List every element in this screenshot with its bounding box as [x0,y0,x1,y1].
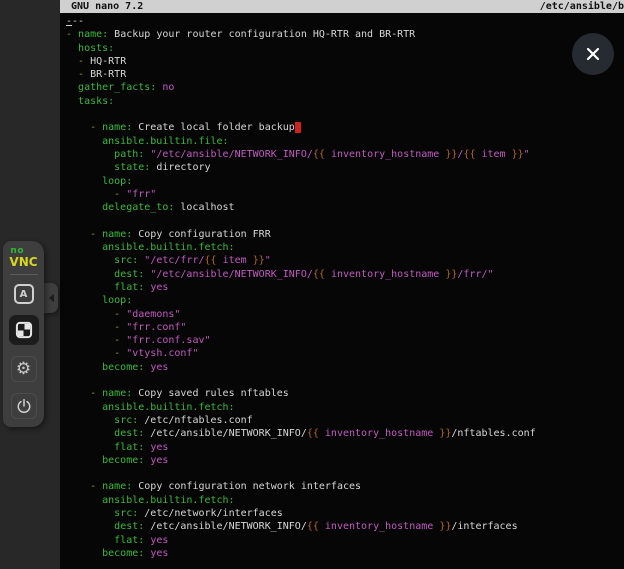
code-line: - "daemons" [66,308,624,321]
code-line [66,467,624,480]
terminal-screen[interactable]: GNU nano 7.2 /etc/ansible/b ---- name: B… [60,0,624,569]
code-line: - "frr.conf" [66,321,624,334]
fullscreen-button[interactable] [9,315,39,345]
code-line: gather_facts: no [66,81,624,94]
code-line: ansible.builtin.fetch: [66,494,624,507]
code-line: --- [66,15,624,28]
code-line: become: yes [66,361,624,374]
code-line: src: /etc/network/interfaces [66,507,624,520]
code-line: - BR-RTR [66,68,624,81]
code-line [66,374,624,387]
code-line: loop: [66,175,624,188]
code-line: src: /etc/nftables.conf [66,414,624,427]
power-button[interactable] [11,393,37,419]
code-line: dest: /etc/ansible/NETWORK_INFO/{{ inven… [66,427,624,440]
code-line: tasks: [66,95,624,108]
code-line: - "frr" [66,188,624,201]
code-line: path: "/etc/ansible/NETWORK_INFO/{{ inve… [66,148,624,161]
keyboard-button[interactable]: A [14,284,34,304]
chevron-left-icon [49,294,54,302]
code-line: dest: /etc/ansible/NETWORK_INFO/{{ inven… [66,520,624,533]
code-line: - name: Backup your router configuration… [66,28,624,41]
code-line [66,214,624,227]
code-line: flat: yes [66,441,624,454]
page: { "titlebar": { "app": "GNU nano 7.2", "… [0,0,624,569]
panel-divider [10,274,38,275]
gear-icon: ⚙ [16,361,31,378]
keyboard-icon: A [14,284,34,304]
code-line: - name: Copy saved rules nftables [66,387,624,400]
code-line: flat: yes [66,534,624,547]
code-line: hosts: [66,42,624,55]
novnc-logo: no VNC [9,247,37,268]
code-line: loop: [66,294,624,307]
code-line: become: yes [66,547,624,560]
novnc-control-panel: no VNC A ⚙ [3,241,44,427]
code-line: - name: Copy configuration FRR [66,228,624,241]
code-line: state: directory [66,161,624,174]
code-line: - "frr.conf.sav" [66,334,624,347]
close-icon [585,46,601,62]
code-line: dest: "/etc/ansible/NETWORK_INFO/{{ inve… [66,268,624,281]
code-line [66,108,624,121]
code-line: src: "/etc/frr/{{ item }}" [66,254,624,267]
code-line: flat: yes [66,281,624,294]
novnc-logo-bottom: VNC [9,256,37,268]
code-line: delegate_to: localhost [66,201,624,214]
nano-app-title: GNU nano 7.2 [71,0,143,13]
code-line: ansible.builtin.fetch: [66,241,624,254]
nano-file-path: /etc/ansible/b [540,0,624,13]
settings-button[interactable]: ⚙ [11,356,37,382]
close-button[interactable] [572,33,614,75]
code-line: - "vtysh.conf" [66,347,624,360]
code-line: - name: Copy configuration network inter… [66,480,624,493]
nano-titlebar: GNU nano 7.2 /etc/ansible/b [60,0,624,13]
code-line: become: yes [66,454,624,467]
panel-collapse-handle[interactable] [44,283,58,313]
code-line: - name: Create local folder backup [66,121,624,134]
code-line: ansible.builtin.fetch: [66,401,624,414]
code-line: - HQ-RTR [66,55,624,68]
panel-buttons: A ⚙ [9,284,39,419]
power-icon [15,397,33,415]
fullscreen-icon [14,320,34,340]
code-area[interactable]: ---- name: Backup your router configurat… [66,15,624,569]
code-line: ansible.builtin.file: [66,135,624,148]
